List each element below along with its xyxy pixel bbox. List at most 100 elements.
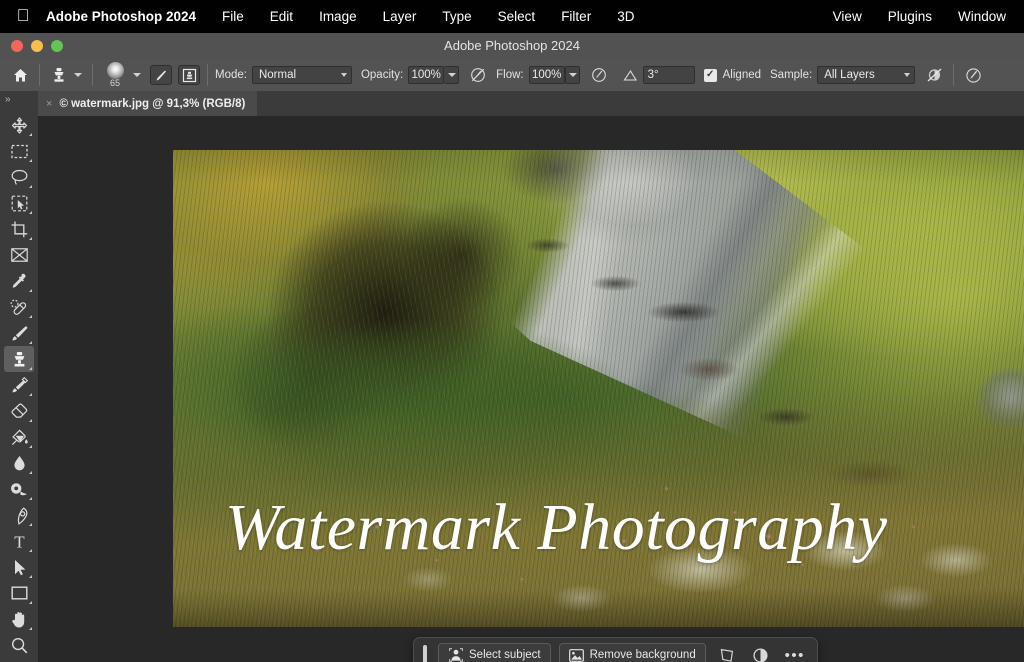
- clone-stamp-tool[interactable]: [4, 346, 34, 372]
- pen-tool[interactable]: [4, 502, 34, 528]
- contextual-task-bar[interactable]: Select subject Remove background: [413, 637, 818, 662]
- tool-submenu-indicator: [29, 159, 32, 162]
- more-options-icon[interactable]: •••: [782, 643, 808, 662]
- eyedropper-tool[interactable]: [4, 268, 34, 294]
- zoom-tool[interactable]: [4, 632, 34, 658]
- opacity-chevron-down-icon[interactable]: [444, 66, 459, 84]
- select-subject-button[interactable]: Select subject: [438, 643, 551, 662]
- svg-text:T: T: [14, 532, 25, 551]
- pressure-size-icon[interactable]: [961, 63, 985, 87]
- crop-tool[interactable]: [4, 216, 34, 242]
- tool-submenu-indicator: [29, 211, 32, 214]
- transform-icon[interactable]: [714, 643, 740, 662]
- hand-tool[interactable]: [4, 606, 34, 632]
- document-tab[interactable]: × © watermark.jpg @ 91,3% (RGB/8): [38, 91, 257, 116]
- close-window-button[interactable]: [11, 40, 23, 52]
- pressure-opacity-icon[interactable]: [466, 63, 490, 87]
- watermark-text: Watermark Photography: [225, 490, 888, 566]
- tool-submenu-indicator: [29, 393, 32, 396]
- options-bar: 65 Mode: Normal Opacity:: [0, 59, 1024, 91]
- close-icon[interactable]: ×: [46, 98, 52, 110]
- window-title-bar: Adobe Photoshop 2024: [0, 33, 1024, 59]
- document-tab-label: © watermark.jpg @ 91,3% (RGB/8): [59, 98, 245, 110]
- brush-angle-input[interactable]: 3°: [643, 66, 695, 84]
- menu-item-filter[interactable]: Filter: [561, 9, 591, 24]
- spot-healing-brush-tool[interactable]: [4, 294, 34, 320]
- flow-chevron-down-icon[interactable]: [565, 66, 580, 84]
- brush-tool[interactable]: [4, 320, 34, 346]
- menu-item-view[interactable]: View: [833, 9, 862, 24]
- tool-submenu-indicator: [29, 627, 32, 630]
- rectangle-tool[interactable]: [4, 580, 34, 606]
- options-divider-2: [92, 64, 93, 86]
- blend-mode-select[interactable]: Normal: [252, 66, 352, 84]
- object-selection-tool[interactable]: [4, 190, 34, 216]
- tool-submenu-indicator: [29, 367, 32, 370]
- menu-item-plugins[interactable]: Plugins: [888, 9, 932, 24]
- remove-background-button[interactable]: Remove background: [559, 643, 706, 662]
- lasso-tool[interactable]: [4, 164, 34, 190]
- opacity-value: 100%: [411, 69, 440, 81]
- person-icon: [448, 648, 463, 662]
- tool-submenu-indicator: [29, 185, 32, 188]
- history-brush-tool[interactable]: [4, 372, 34, 398]
- flow-label: Flow:: [496, 69, 523, 81]
- gradient-tool[interactable]: [4, 424, 34, 450]
- menu-item-select[interactable]: Select: [498, 9, 536, 24]
- tool-submenu-indicator: [29, 289, 32, 292]
- canvas-area[interactable]: Watermark Photography Select subject: [38, 116, 1024, 662]
- path-selection-tool[interactable]: [4, 554, 34, 580]
- more-options-glyph: •••: [785, 648, 805, 662]
- brush-preset-preview[interactable]: 65: [100, 62, 130, 88]
- menu-item-window[interactable]: Window: [958, 9, 1006, 24]
- chevron-down-icon: [341, 73, 347, 77]
- menu-item-edit[interactable]: Edit: [270, 9, 293, 24]
- opacity-label: Opacity:: [361, 69, 403, 81]
- drag-handle[interactable]: [423, 645, 427, 662]
- ignore-adjustment-layers-icon[interactable]: [922, 63, 946, 87]
- brush-settings-icon[interactable]: [150, 65, 172, 85]
- select-subject-label: Select subject: [469, 649, 541, 661]
- clone-stamp-icon[interactable]: [47, 63, 71, 87]
- menu-item-3d[interactable]: 3D: [617, 9, 634, 24]
- maximize-window-button[interactable]: [51, 40, 63, 52]
- menu-item-layer[interactable]: Layer: [383, 9, 417, 24]
- minimize-window-button[interactable]: [31, 40, 43, 52]
- menubar-app-name[interactable]: Adobe Photoshop 2024: [46, 9, 196, 24]
- brush-tip-icon: [107, 62, 124, 79]
- tool-submenu-indicator: [29, 419, 32, 422]
- macos-menu-bar:  Adobe Photoshop 2024 File Edit Image L…: [0, 0, 1024, 33]
- dodge-tool[interactable]: [4, 476, 34, 502]
- angle-icon[interactable]: [619, 63, 643, 87]
- rectangular-marquee-tool[interactable]: [4, 138, 34, 164]
- opacity-input[interactable]: 100%: [408, 66, 444, 84]
- brush-preset-chevron-down-icon[interactable]: [130, 63, 144, 87]
- document-image[interactable]: Watermark Photography: [173, 150, 1024, 627]
- tool-submenu-indicator: [29, 575, 32, 578]
- apple-icon[interactable]: : [0, 7, 46, 26]
- clone-source-panel-icon[interactable]: [178, 65, 200, 85]
- photoshop-window: Adobe Photoshop 2024 65: [0, 33, 1024, 662]
- aligned-checkbox[interactable]: ✓: [704, 69, 717, 82]
- flow-input[interactable]: 100%: [529, 66, 565, 84]
- sample-label: Sample:: [770, 69, 812, 81]
- blur-tool[interactable]: [4, 450, 34, 476]
- home-icon[interactable]: [8, 63, 32, 87]
- menu-item-type[interactable]: Type: [442, 9, 471, 24]
- tool-submenu-indicator: [29, 133, 32, 136]
- move-tool[interactable]: [4, 112, 34, 138]
- type-tool[interactable]: T: [4, 528, 34, 554]
- adjustment-layer-icon[interactable]: [748, 643, 774, 662]
- remove-background-label: Remove background: [590, 649, 696, 661]
- options-divider-4: [953, 64, 954, 86]
- eraser-tool[interactable]: [4, 398, 34, 424]
- sample-select[interactable]: All Layers: [817, 66, 915, 84]
- tool-preset-chevron-down-icon[interactable]: [71, 63, 85, 87]
- brush-size-value: 65: [110, 79, 120, 88]
- panel-expand-icon[interactable]: »: [0, 91, 38, 108]
- menu-item-image[interactable]: Image: [319, 9, 357, 24]
- tool-submenu-indicator: [29, 497, 32, 500]
- menu-item-file[interactable]: File: [222, 9, 244, 24]
- airbrush-icon[interactable]: [587, 63, 611, 87]
- frame-tool[interactable]: [4, 242, 34, 268]
